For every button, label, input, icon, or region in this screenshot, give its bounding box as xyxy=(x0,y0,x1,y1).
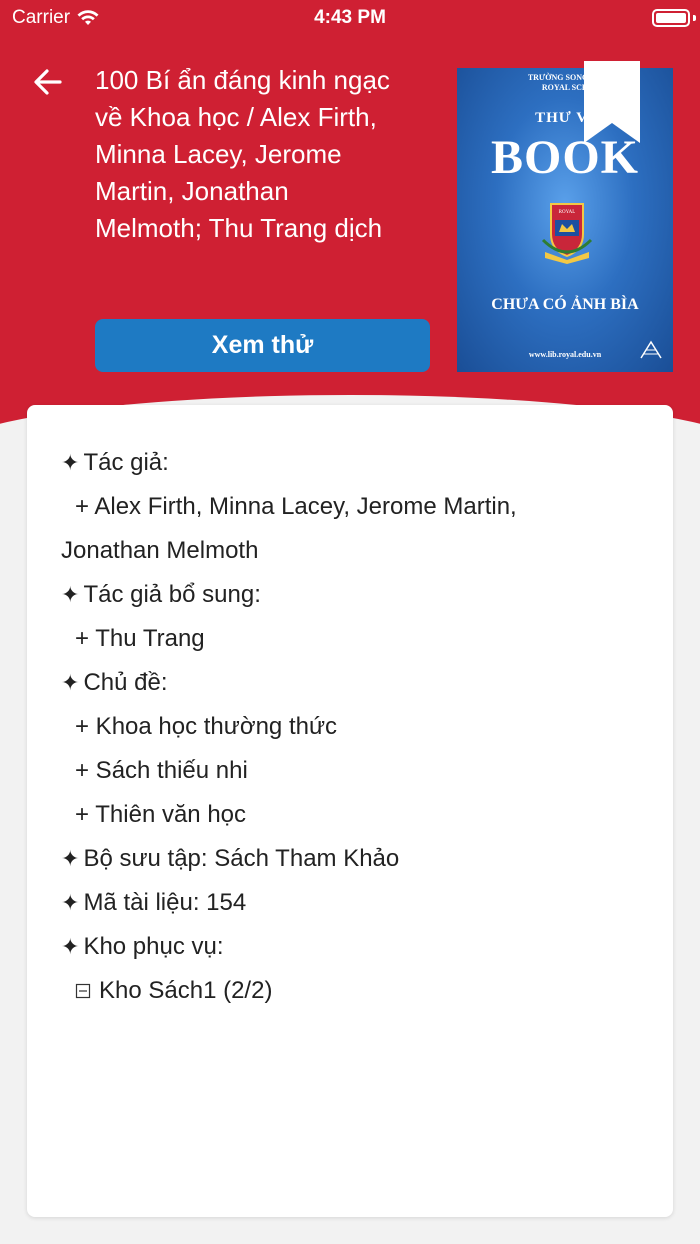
four-point-star-icon: ✦ xyxy=(61,582,80,607)
author-heading: Tác giả: xyxy=(83,449,169,476)
warehouse-heading: Kho phục vụ: xyxy=(83,933,224,960)
book-title-line: Minna Lacey, Jerome xyxy=(95,139,342,169)
warehouse-value: Kho Sách1 (2/2) xyxy=(99,977,273,1004)
battery-nub xyxy=(693,15,696,21)
cover-school-name: TRƯỜNG SONG NG ROYAL SCH xyxy=(457,73,673,93)
cover-book-label: BOOK xyxy=(490,131,640,184)
bookmark-button[interactable] xyxy=(584,61,640,143)
cover-school-line: ROYAL SCH xyxy=(541,83,589,92)
author-row: ✦ Tác giả: xyxy=(61,449,169,477)
book-details-card: ✦ Tác giả: + Alex Firth, Minna Lacey, Jer… xyxy=(27,405,673,1217)
extra-author-row: ✦ Tác giả bổ sung: xyxy=(61,581,261,609)
book-cover-image: TRƯỜNG SONG NG ROYAL SCH THƯ VI BOOK ROY… xyxy=(457,68,673,372)
cover-no-image-label: CHƯA CÓ ẢNH BÌA xyxy=(491,296,639,313)
school-crest-icon: ROYAL xyxy=(541,203,593,264)
four-point-star-icon: ✦ xyxy=(61,934,80,959)
doc-code-row: ✦ Mã tài liệu: 154 xyxy=(61,889,246,917)
logo-mark-icon xyxy=(640,340,662,359)
arrow-left-icon xyxy=(34,69,62,95)
subject-row: ✦ Chủ đề: xyxy=(61,669,168,697)
book-title: 100 Bí ẩn đáng kinh ngạc về Khoa học / A… xyxy=(95,62,425,247)
book-detail-screen: Carrier 4:43 PM 100 Bí ẩn đáng kinh ngạc… xyxy=(0,0,700,1244)
battery-icon xyxy=(652,9,690,27)
extra-author-heading: Tác giả bổ sung: xyxy=(83,581,261,608)
subject-item: + Sách thiếu nhi xyxy=(75,757,248,784)
book-title-line: Melmoth; Thu Trang dịch xyxy=(95,213,383,243)
four-point-star-icon: ✦ xyxy=(61,450,80,475)
subject-item: + Thiên văn học xyxy=(75,801,247,828)
back-button[interactable] xyxy=(30,64,66,100)
subject-item: + Khoa học thường thức xyxy=(75,713,338,740)
four-point-star-icon: ✦ xyxy=(61,846,80,871)
cover-library-label: THƯ VI xyxy=(535,110,595,126)
cover-school-line: TRƯỜNG SONG NG xyxy=(527,73,603,82)
book-title-line: về Khoa học / Alex Firth, xyxy=(95,102,377,132)
book-title-line: 100 Bí ẩn đáng kinh ngạc xyxy=(95,65,390,95)
four-point-star-icon: ✦ xyxy=(61,890,80,915)
preview-button[interactable]: Xem thử xyxy=(95,319,430,372)
book-title-line: Martin, Jonathan xyxy=(95,176,289,206)
warehouse-item[interactable]: Kho Sách1 (2/2) xyxy=(75,977,272,1005)
subject-heading: Chủ đề: xyxy=(83,669,168,696)
collection-text: Bộ sưu tập: Sách Tham Khảo xyxy=(83,845,400,872)
author-value-continued: Jonathan Melmoth xyxy=(61,537,259,564)
status-bar: Carrier 4:43 PM xyxy=(0,0,700,36)
doc-code-text: Mã tài liệu: 154 xyxy=(83,889,247,916)
extra-author-value: + Thu Trang xyxy=(75,625,205,652)
crest-top-text: ROYAL xyxy=(559,210,576,215)
author-value: + Alex Firth, Minna Lacey, Jerome Martin… xyxy=(75,493,517,520)
four-point-star-icon: ✦ xyxy=(61,670,80,695)
bookmark-icon xyxy=(584,61,640,143)
collapse-box-icon xyxy=(75,983,91,999)
collection-row: ✦ Bộ sưu tập: Sách Tham Khảo xyxy=(61,845,399,873)
status-time: 4:43 PM xyxy=(314,7,386,28)
warehouse-row: ✦ Kho phục vụ: xyxy=(61,933,224,961)
